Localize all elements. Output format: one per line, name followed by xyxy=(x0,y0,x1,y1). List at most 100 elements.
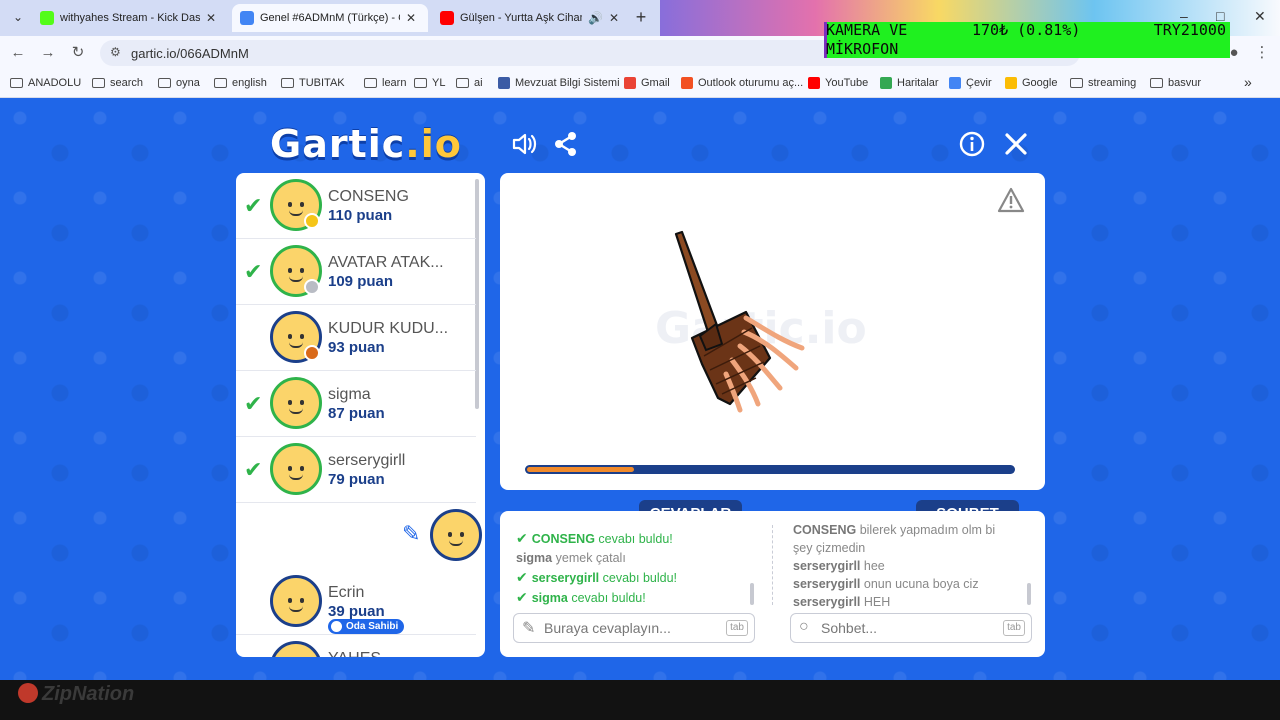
message-user: serserygirll xyxy=(793,595,861,609)
player-row[interactable]: KUDUR KUDU... 93 puan xyxy=(236,305,476,371)
site-favicon-icon xyxy=(880,77,892,89)
player-points: 93 puan xyxy=(328,339,385,356)
player-row[interactable]: ✔ sigma 87 puan xyxy=(236,371,476,437)
forward-icon[interactable]: → xyxy=(38,43,58,63)
back-icon[interactable]: ← xyxy=(8,43,28,63)
tab-search-button[interactable]: ⌄ xyxy=(6,6,30,28)
player-row[interactable]: Ecrin 39 puan Oda Sahibi xyxy=(236,569,476,635)
bookmark-item[interactable]: YL xyxy=(414,77,445,89)
bookmark-item[interactable]: Gmail xyxy=(624,77,670,89)
site-favicon-icon xyxy=(498,77,510,89)
player-name: CONSENG xyxy=(328,188,409,205)
player-row[interactable]: ✔ CONSENG 110 puan xyxy=(236,173,476,239)
room-owner-badge: Oda Sahibi xyxy=(328,619,405,634)
tab-youtube[interactable]: Gülşen - Yurtta Aşk Cihand 🔊 ✕ xyxy=(432,4,628,32)
message-text: cevabı buldu! xyxy=(602,571,677,585)
bookmark-label: ai xyxy=(474,77,483,89)
folder-icon xyxy=(456,78,469,88)
site-info-icon[interactable]: ⚙ xyxy=(110,45,121,59)
player-name: AVATAR ATAK... xyxy=(328,254,444,271)
tab-kick-dashboard[interactable]: withyahes Stream - Kick Dashb ✕ xyxy=(32,4,228,32)
bookmark-item[interactable]: english xyxy=(214,77,267,89)
kick-icon xyxy=(40,11,54,25)
bookmark-item[interactable]: learn xyxy=(364,77,406,89)
chat-input-box[interactable]: ○ tab xyxy=(790,613,1032,643)
tab-title: Gülşen - Yurtta Aşk Cihand xyxy=(460,12,582,24)
bookmark-item[interactable]: streaming xyxy=(1070,77,1136,89)
bookmark-item[interactable]: Haritalar xyxy=(880,77,939,89)
bookmark-item[interactable]: ai xyxy=(456,77,483,89)
new-tab-button[interactable]: + xyxy=(630,6,652,28)
bookmarks-bar: ANADOLU search oyna english TUBITAK learn YL ai… xyxy=(0,70,1280,98)
url-text[interactable]: gartic.io/066ADMnM xyxy=(131,46,249,61)
gartic-game: Gartic.io ✔ CONSENG 110 puan ✔ AVATAR ATAK..… xyxy=(0,98,1280,680)
chat-scrollbar[interactable] xyxy=(1027,583,1031,605)
bookmark-label: ANADOLU xyxy=(28,77,82,89)
more-bookmarks-icon[interactable]: » xyxy=(1244,74,1252,90)
site-favicon-icon xyxy=(949,77,961,89)
site-favicon-icon xyxy=(681,77,693,89)
overlay-label: KAMERA VE MİKROFON xyxy=(826,21,908,58)
players-panel[interactable]: ✔ CONSENG 110 puan ✔ AVATAR ATAK... 109 puan K… xyxy=(236,173,485,657)
reload-icon[interactable]: ↻ xyxy=(68,43,88,63)
bookmark-label: Google xyxy=(1022,77,1058,89)
stream-donation-overlay: KAMERA VE MİKROFON 170₺ (0.81%) TRY21000 xyxy=(824,21,1230,58)
close-window-button[interactable]: ✕ xyxy=(1254,8,1266,25)
bookmark-label: Outlook oturumu aç... xyxy=(698,77,804,89)
player-points: 79 puan xyxy=(328,471,385,488)
bookmark-item[interactable]: Google xyxy=(1005,77,1057,89)
player-name: KUDUR KUDU... xyxy=(328,320,449,337)
tab-key-hint: tab xyxy=(1003,620,1025,636)
message-text: cevabı buldu! xyxy=(571,591,646,605)
bookmark-item[interactable]: search xyxy=(92,77,143,89)
bookmark-item[interactable]: Outlook oturumu aç... xyxy=(681,77,803,89)
speaker-icon[interactable]: 🔊 xyxy=(588,11,603,25)
bookmark-item[interactable]: Çevir xyxy=(949,77,992,89)
sound-icon[interactable] xyxy=(510,130,538,158)
close-tab-icon[interactable]: ✕ xyxy=(609,11,619,25)
folder-icon xyxy=(281,78,294,88)
drawing-canvas[interactable]: Gartic.io xyxy=(500,173,1045,490)
bookmark-item[interactable]: TUBITAK xyxy=(281,77,345,89)
youtube-icon xyxy=(440,11,454,25)
report-warning-icon[interactable] xyxy=(997,187,1025,220)
rank-medal-icon xyxy=(304,213,320,229)
close-icon[interactable] xyxy=(1002,130,1030,158)
chat-list: CONSENG bilerek yapmadım olm bi şey çizm… xyxy=(793,521,1033,611)
pencil-icon: ✎ xyxy=(522,620,536,637)
menu-icon[interactable]: ⋮ xyxy=(1252,43,1272,63)
overlay-amount: 170₺ (0.81%) xyxy=(972,21,1081,39)
gartic-logo: Gartic.io xyxy=(270,122,462,166)
bookmark-item[interactable]: basvur xyxy=(1150,77,1201,89)
chat-input[interactable] xyxy=(821,619,991,637)
tab-gartic[interactable]: Genel #6ADMnM (Türkçe) - Gar ✕ xyxy=(232,4,428,32)
close-tab-icon[interactable]: ✕ xyxy=(406,11,416,25)
bookmark-label: YouTube xyxy=(825,77,869,89)
bookmark-item[interactable]: Mevzuat Bilgi Sistemi xyxy=(498,77,620,89)
bookmark-label: YL xyxy=(432,77,446,89)
bookmark-item[interactable]: YouTube xyxy=(808,77,868,89)
answers-scrollbar[interactable] xyxy=(750,583,754,605)
info-icon[interactable] xyxy=(958,130,986,158)
player-row[interactable]: YAHES xyxy=(236,635,476,657)
check-icon: ✔ xyxy=(244,193,263,218)
player-row[interactable]: ✔ AVATAR ATAK... 109 puan xyxy=(236,239,476,305)
bookmark-label: Çevir xyxy=(966,77,992,89)
bookmark-item[interactable]: ANADOLU xyxy=(10,77,81,89)
tab-title: Genel #6ADMnM (Türkçe) - Gar xyxy=(260,12,400,24)
bookmark-label: search xyxy=(110,77,144,89)
answer-input[interactable] xyxy=(544,619,714,637)
bookmark-item[interactable]: oyna xyxy=(158,77,200,89)
close-tab-icon[interactable]: ✕ xyxy=(206,11,216,25)
chat-message: serserygirll hee xyxy=(793,557,1033,575)
answer-input-box[interactable]: ✎ tab xyxy=(513,613,755,643)
message-user: CONSENG xyxy=(793,523,857,537)
message-text: yemek çatalı xyxy=(555,551,626,565)
player-points: 109 puan xyxy=(328,273,394,290)
player-row[interactable]: ✔ serserygirll 79 puan xyxy=(236,437,476,503)
folder-icon xyxy=(1150,78,1163,88)
folder-icon xyxy=(1070,78,1083,88)
message-text: HEH xyxy=(863,595,891,609)
bookmark-label: basvur xyxy=(1168,77,1202,89)
share-icon[interactable] xyxy=(552,130,580,158)
